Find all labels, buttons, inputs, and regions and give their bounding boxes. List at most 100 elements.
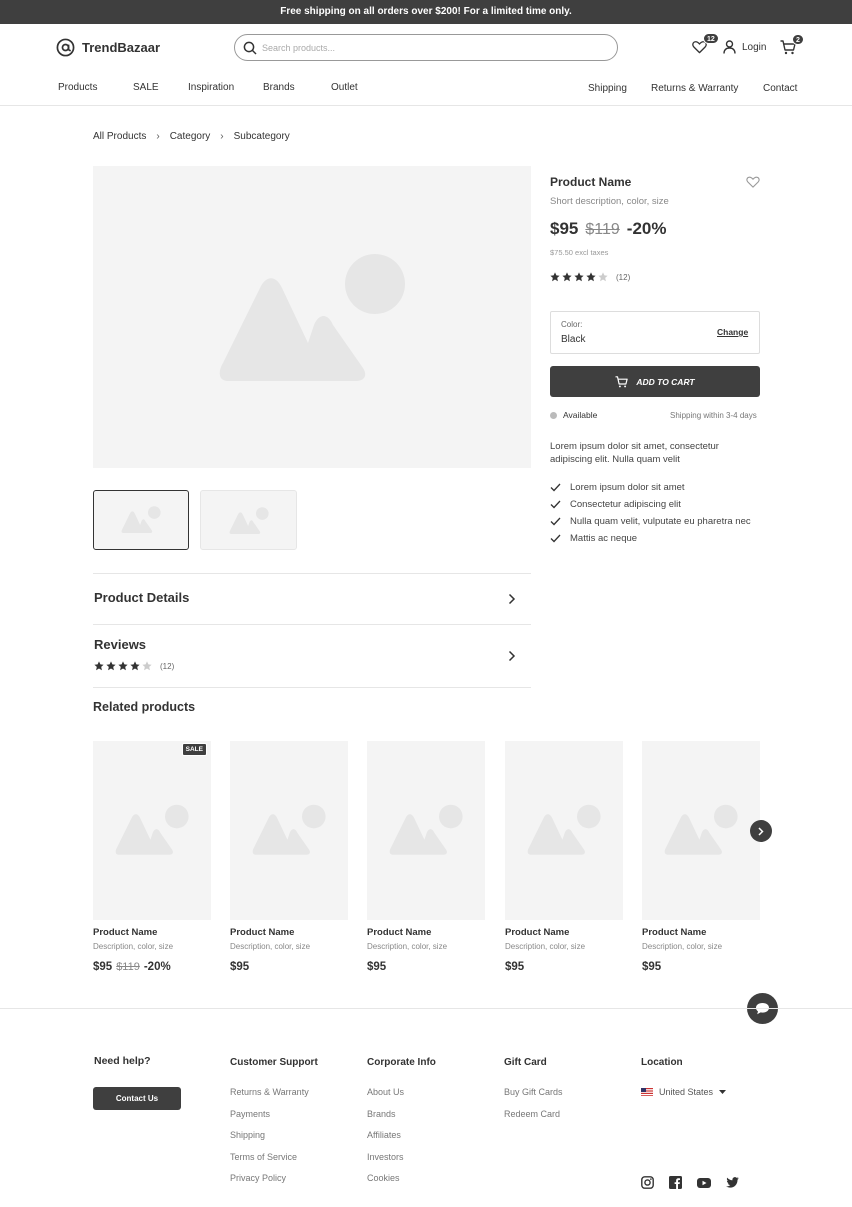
header-divider	[0, 105, 852, 106]
product-summary: Lorem ipsum dolor sit amet, consectetur …	[550, 441, 719, 465]
thumbnail-1[interactable]	[93, 490, 189, 550]
twitter-icon[interactable]	[726, 1177, 739, 1188]
accordion-divider	[93, 687, 531, 688]
chevron-right-icon	[508, 650, 516, 662]
footer-link[interactable]: Investors	[367, 1152, 404, 1162]
product-description: Short description, color, size	[550, 196, 669, 207]
youtube-icon[interactable]	[697, 1177, 711, 1188]
footer-link[interactable]: Returns & Warranty	[230, 1087, 309, 1097]
star-icon	[106, 661, 116, 671]
cart-button[interactable]: 2	[780, 34, 804, 55]
footer-link[interactable]: Affiliates	[367, 1130, 404, 1140]
footer-link[interactable]: Terms of Service	[230, 1152, 309, 1162]
contact-us-label: Contact Us	[115, 1094, 159, 1103]
related-product-image[interactable]	[230, 741, 348, 920]
footer-link[interactable]: Shipping	[230, 1130, 309, 1140]
related-product-name[interactable]: Product Name	[93, 927, 157, 938]
footer-link[interactable]: Cookies	[367, 1173, 404, 1183]
reviews-title: Reviews	[94, 637, 147, 652]
nav-products[interactable]: Products	[58, 82, 97, 93]
feature-item: Consectetur adipiscing elit	[550, 499, 751, 510]
contact-us-button[interactable]: Contact Us	[93, 1087, 181, 1110]
instagram-icon[interactable]	[641, 1176, 654, 1189]
chevron-right-icon	[508, 593, 516, 605]
star-icon	[598, 272, 608, 282]
search-icon	[243, 41, 257, 55]
related-product-price: $95	[93, 961, 113, 973]
nav-sale[interactable]: SALE	[133, 82, 159, 93]
related-products-title: Related products	[93, 700, 196, 714]
search-bar[interactable]	[234, 34, 618, 61]
related-product-price: $95	[367, 961, 387, 973]
footer-link[interactable]: Payments	[230, 1109, 309, 1119]
availability-status: Available	[550, 410, 597, 420]
star-icon	[118, 661, 128, 671]
breadcrumb: All Products › Category › Subcategory	[93, 131, 290, 142]
thumbnail-2[interactable]	[200, 490, 297, 550]
star-rating-icons	[550, 272, 608, 282]
breadcrumb-subcategory[interactable]: Subcategory	[234, 131, 290, 142]
related-product-desc: Description, color, size	[230, 942, 311, 951]
footer-link[interactable]: Buy Gift Cards	[504, 1087, 563, 1097]
search-input[interactable]	[262, 42, 592, 53]
location-title: Location	[641, 1057, 683, 1068]
related-product-image[interactable]	[505, 741, 623, 920]
promo-banner: Free shipping on all orders over $200! F…	[0, 0, 852, 24]
related-product-price-row: $95	[642, 961, 661, 973]
related-product-price-row: $95	[230, 961, 249, 973]
related-product-name[interactable]: Product Name	[367, 927, 431, 938]
footer-link[interactable]: Privacy Policy	[230, 1173, 309, 1183]
review-count: (12)	[616, 272, 631, 282]
nav-contact[interactable]: Contact	[763, 83, 797, 94]
nav-outlet[interactable]: Outlet	[331, 82, 358, 93]
related-product-image[interactable]	[642, 741, 760, 920]
product-price: $95	[550, 219, 579, 238]
social-links	[641, 1176, 739, 1189]
related-product-image[interactable]	[367, 741, 485, 920]
change-color-link[interactable]: Change	[717, 327, 748, 337]
chevron-right-icon	[758, 826, 764, 836]
reviews-accordion[interactable]: Reviews (12)	[93, 625, 531, 687]
breadcrumb-category[interactable]: Category	[170, 131, 211, 142]
check-icon	[550, 500, 561, 509]
nav-returns-warranty[interactable]: Returns & Warranty	[651, 83, 738, 94]
nav-shipping[interactable]: Shipping	[588, 83, 627, 94]
feature-item: Nulla quam velit, vulputate eu pharetra …	[550, 516, 751, 527]
add-to-cart-button[interactable]: ADD TO CART	[550, 366, 760, 397]
product-discount: -20%	[626, 219, 667, 238]
related-product-name[interactable]: Product Name	[505, 927, 569, 938]
facebook-icon[interactable]	[669, 1176, 682, 1189]
location-selector[interactable]: United States	[641, 1087, 727, 1097]
brand-logo[interactable]: TrendBazaar	[56, 38, 160, 57]
image-placeholder-icon	[115, 804, 189, 855]
footer-link[interactable]: Redeem Card	[504, 1109, 563, 1119]
wishlist-count-badge: 12	[703, 33, 719, 44]
footer-link[interactable]: Brands	[367, 1109, 404, 1119]
product-details-accordion[interactable]: Product Details	[93, 574, 531, 624]
reviews-count: (12)	[160, 661, 175, 671]
related-product-name[interactable]: Product Name	[642, 927, 706, 938]
nav-inspiration[interactable]: Inspiration	[188, 82, 234, 93]
footer-link[interactable]: About Us	[367, 1087, 404, 1097]
availability-label: Available	[563, 410, 598, 420]
star-icon	[562, 272, 572, 282]
color-value: Black	[561, 334, 586, 345]
carousel-next-button[interactable]	[750, 820, 772, 842]
nav-brands[interactable]: Brands	[263, 82, 295, 93]
product-name: Product Name	[550, 175, 632, 189]
related-product-name[interactable]: Product Name	[230, 927, 294, 938]
wishlist-button[interactable]: 12	[692, 33, 719, 54]
feature-item: Mattis ac neque	[550, 533, 751, 544]
login-button[interactable]: Login	[723, 40, 766, 54]
related-product-desc: Description, color, size	[642, 942, 723, 951]
related-product-image[interactable]: SALE	[93, 741, 211, 920]
related-product-price: $95	[642, 961, 662, 973]
product-main-image[interactable]	[93, 166, 531, 468]
color-selector[interactable]: Color: Black Change	[550, 311, 760, 354]
heart-icon[interactable]	[746, 176, 760, 188]
breadcrumb-all-products[interactable]: All Products	[93, 131, 146, 142]
related-product-price-row: $95	[505, 961, 524, 973]
user-icon	[723, 40, 736, 54]
star-icon	[94, 661, 104, 671]
related-product-desc: Description, color, size	[505, 942, 586, 951]
